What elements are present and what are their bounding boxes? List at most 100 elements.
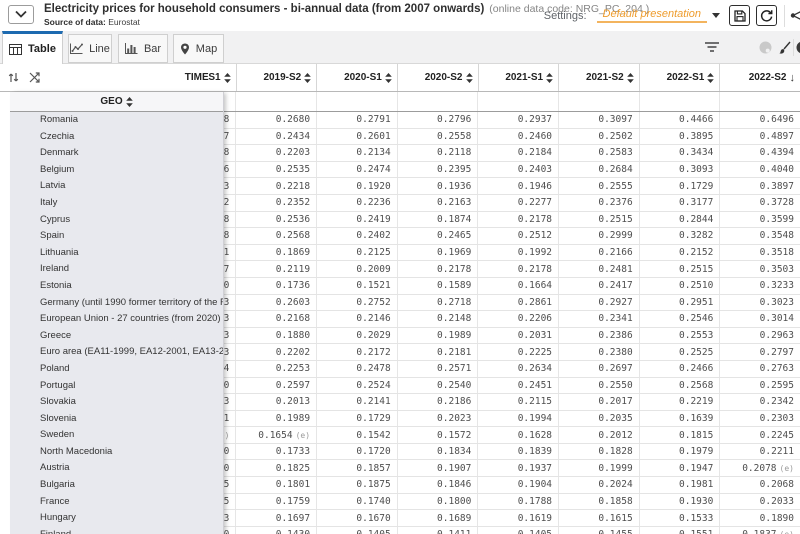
tab-line[interactable]: Line [68,34,112,63]
data-cell: 0.1729 [316,411,397,427]
data-cell: 0.2553 [639,328,720,344]
data-cell: 0.2597 [235,378,316,394]
geo-row-label[interactable]: Greece [10,328,223,345]
chevron-down-icon[interactable] [712,13,720,18]
geo-row-label[interactable]: Denmark [10,145,223,162]
geo-row-label[interactable]: Lithuania [10,245,223,262]
data-cell: 0.1720 [316,444,397,460]
geo-row-label[interactable]: Romania [10,112,223,129]
share-icon[interactable] [790,8,800,24]
data-cell: 0.2844 [639,212,720,228]
column-header-2020-s2[interactable]: 2020-S2 [397,64,478,91]
data-cell: 0.1994 [477,411,558,427]
geo-row-label[interactable]: Finland [10,527,223,534]
data-cell: 0.1533 [639,510,720,526]
data-cell: 0.3282 [639,228,720,244]
filter-icon[interactable] [704,41,720,53]
geo-list: RomaniaCzechiaDenmarkBelgiumLatviaItalyC… [10,112,223,534]
data-cell: 0.1946 [477,178,558,194]
corner-header: TIME [0,64,211,91]
data-cell: 0.2568 [639,378,720,394]
data-cell: 0.2119 [235,261,316,277]
data-cell: 0.2558 [397,129,478,145]
data-cell: 0.2166 [558,245,639,261]
geo-row-label[interactable]: Ireland [10,261,223,278]
data-cell: 0.1664 [477,278,558,294]
geo-row-label[interactable]: Euro area (EA11-1999, EA12-2001, EA13-20… [10,344,223,361]
geo-row-label[interactable]: Slovakia [10,394,223,411]
geo-column-header[interactable]: GEO [10,92,223,112]
data-cell: 0.2525 [639,344,720,360]
data-cell: 0.2763 [719,361,800,377]
data-cell: 0.2583 [558,145,639,161]
data-cell: 0.2303 [719,411,800,427]
column-header-2021-s1[interactable]: 2021-S1 [478,64,559,91]
column-header-2020-s1[interactable]: 2020-S1 [316,64,397,91]
column-header-2022-s2[interactable]: 2022-S2 ↓ [719,64,800,91]
data-cell: 0.2536 [235,212,316,228]
brush-icon[interactable] [778,41,791,54]
save-button[interactable] [729,5,750,26]
tab-map[interactable]: Map [173,34,224,63]
data-cell: 0.2796 [397,112,478,128]
geo-row-label[interactable]: Poland [10,361,223,378]
data-cell: 0.2540 [397,378,478,394]
data-cell: 0.1907 [397,460,478,476]
time-dimension-label: TIME [185,72,211,83]
column-header-2019-s2[interactable]: 2019-S2 [236,64,317,91]
data-cell: 0.1875 [316,477,397,493]
geo-row-label[interactable]: France [10,494,223,511]
data-cell: 0.3897 [719,178,800,194]
geo-row-label[interactable]: Hungary [10,510,223,527]
data-cell: 0.2595 [719,378,800,394]
data-cell: 0.2277 [477,195,558,211]
collapse-panel-button[interactable] [8,5,34,24]
swap-dimensions-icon[interactable] [29,72,40,83]
geo-row-label[interactable]: North Macedonia [10,444,223,461]
data-cell: 0.1834 [397,444,478,460]
sort-desc-icon: ↓ [790,72,796,84]
data-cell: 0.1979 [639,444,720,460]
data-cell: 0.2203 [235,145,316,161]
geo-row-label[interactable]: Portugal [10,378,223,395]
data-cell: 0.4897 [719,129,800,145]
column-header-2021-s2[interactable]: 2021-S2 [558,64,639,91]
geo-row-label[interactable]: Belgium [10,162,223,179]
data-cell: 0.1846 [397,477,478,493]
presentation-select[interactable]: Default presentation [597,8,707,23]
sort-rows-icon[interactable] [8,72,19,83]
data-cell: 0.2718 [397,295,478,311]
data-cell: 0.2512 [477,228,558,244]
data-cell: 0.2451 [477,378,558,394]
geo-row-label[interactable]: Estonia [10,278,223,295]
dataset-title: Electricity prices for household consume… [44,3,484,15]
geo-row-label[interactable]: Italy [10,195,223,212]
geo-row-label[interactable]: Spain [10,228,223,245]
tab-table[interactable]: Table [2,31,63,65]
data-cell: 0.2465 [397,228,478,244]
data-cell: 0.1920 [316,178,397,194]
geo-row-label[interactable]: Czechia [10,129,223,146]
refresh-button[interactable] [756,5,777,26]
data-cell: 0.1989 [397,328,478,344]
tab-bar-chart[interactable]: Bar [118,34,168,63]
geo-row-label[interactable]: Slovenia [10,411,223,428]
geo-row-label[interactable]: Germany (until 1990 former territory of … [10,295,223,312]
help-icon[interactable]: ? [796,41,800,54]
column-header-2019-s1[interactable]: S1 [211,64,236,91]
geo-row-label[interactable]: Austria [10,460,223,477]
sort-icon [707,73,714,83]
data-cell: 0.2535 [235,162,316,178]
divider [784,5,785,27]
geo-row-label[interactable]: Latvia [10,178,223,195]
geo-row-label[interactable]: European Union - 27 countries (from 2020… [10,311,223,328]
geo-row-label[interactable]: Sweden [10,427,223,444]
geo-row-label[interactable]: Cyprus [10,212,223,229]
data-cell: 0.2134 [316,145,397,161]
data-cell: 0.2861 [477,295,558,311]
geo-row-label[interactable]: Bulgaria [10,477,223,494]
sort-icon [466,73,473,83]
column-header-2022-s1[interactable]: 2022-S1 [639,64,720,91]
tab-label: Bar [144,43,161,55]
data-cell: 0.1736 [235,278,316,294]
